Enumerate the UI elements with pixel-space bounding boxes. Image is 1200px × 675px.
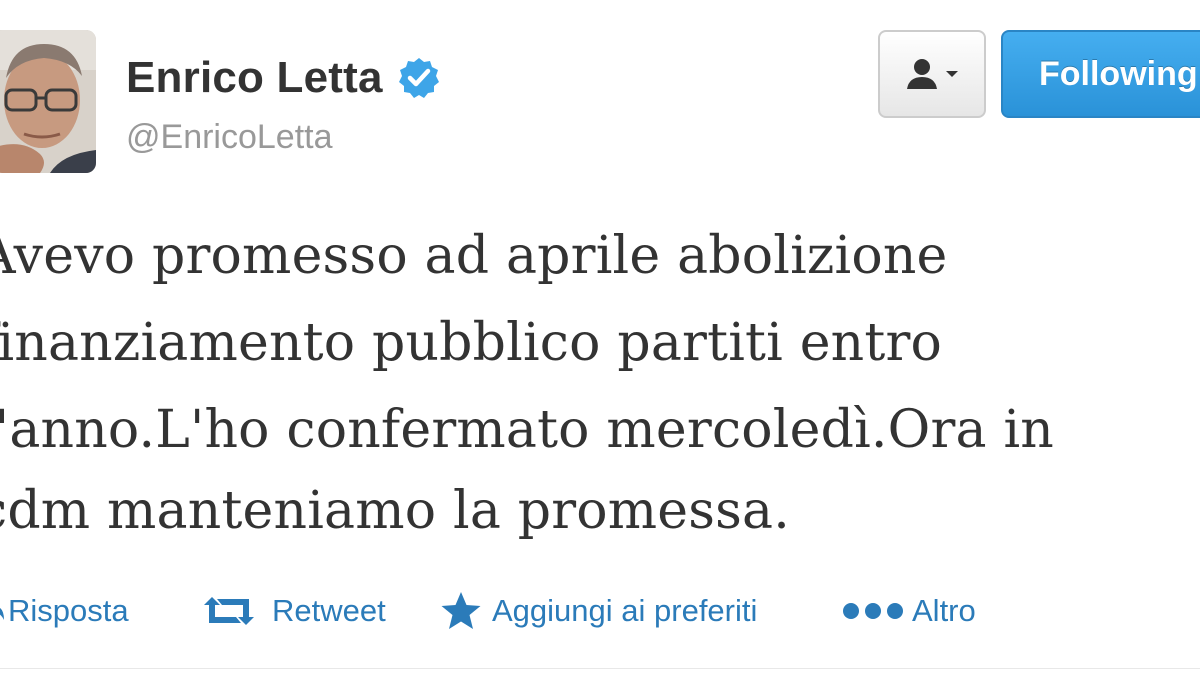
- tweet-text-line: finanziamento pubblico partiti entro: [0, 313, 943, 373]
- reply-icon: [0, 596, 6, 626]
- retweet-label: Retweet: [272, 593, 386, 628]
- reply-label: Risposta: [8, 593, 129, 628]
- star-icon: [440, 591, 482, 631]
- tweet-text-line: l'anno.L'ho confermato mercoledì.Ora in: [0, 400, 1054, 460]
- tweet-card: Enrico Letta @EnricoLetta Following Avev…: [0, 0, 1200, 675]
- divider: [0, 668, 1200, 669]
- more-label: Altro: [912, 593, 976, 628]
- tweet-text-line: cdm manteniamo la promessa.: [0, 481, 790, 541]
- more-button[interactable]: Altro: [842, 585, 976, 637]
- favorite-button[interactable]: Aggiungi ai preferiti: [440, 585, 757, 637]
- more-dots-icon: [842, 601, 904, 621]
- reply-button[interactable]: Risposta: [0, 585, 129, 637]
- tweet-text: Avevo promesso ad aprile abolizione fina…: [0, 0, 1200, 675]
- favorite-label: Aggiungi ai preferiti: [492, 593, 758, 628]
- retweet-button[interactable]: Retweet: [200, 585, 386, 637]
- tweet-text-line: Avevo promesso ad aprile abolizione: [0, 226, 948, 286]
- retweet-icon: [200, 593, 258, 629]
